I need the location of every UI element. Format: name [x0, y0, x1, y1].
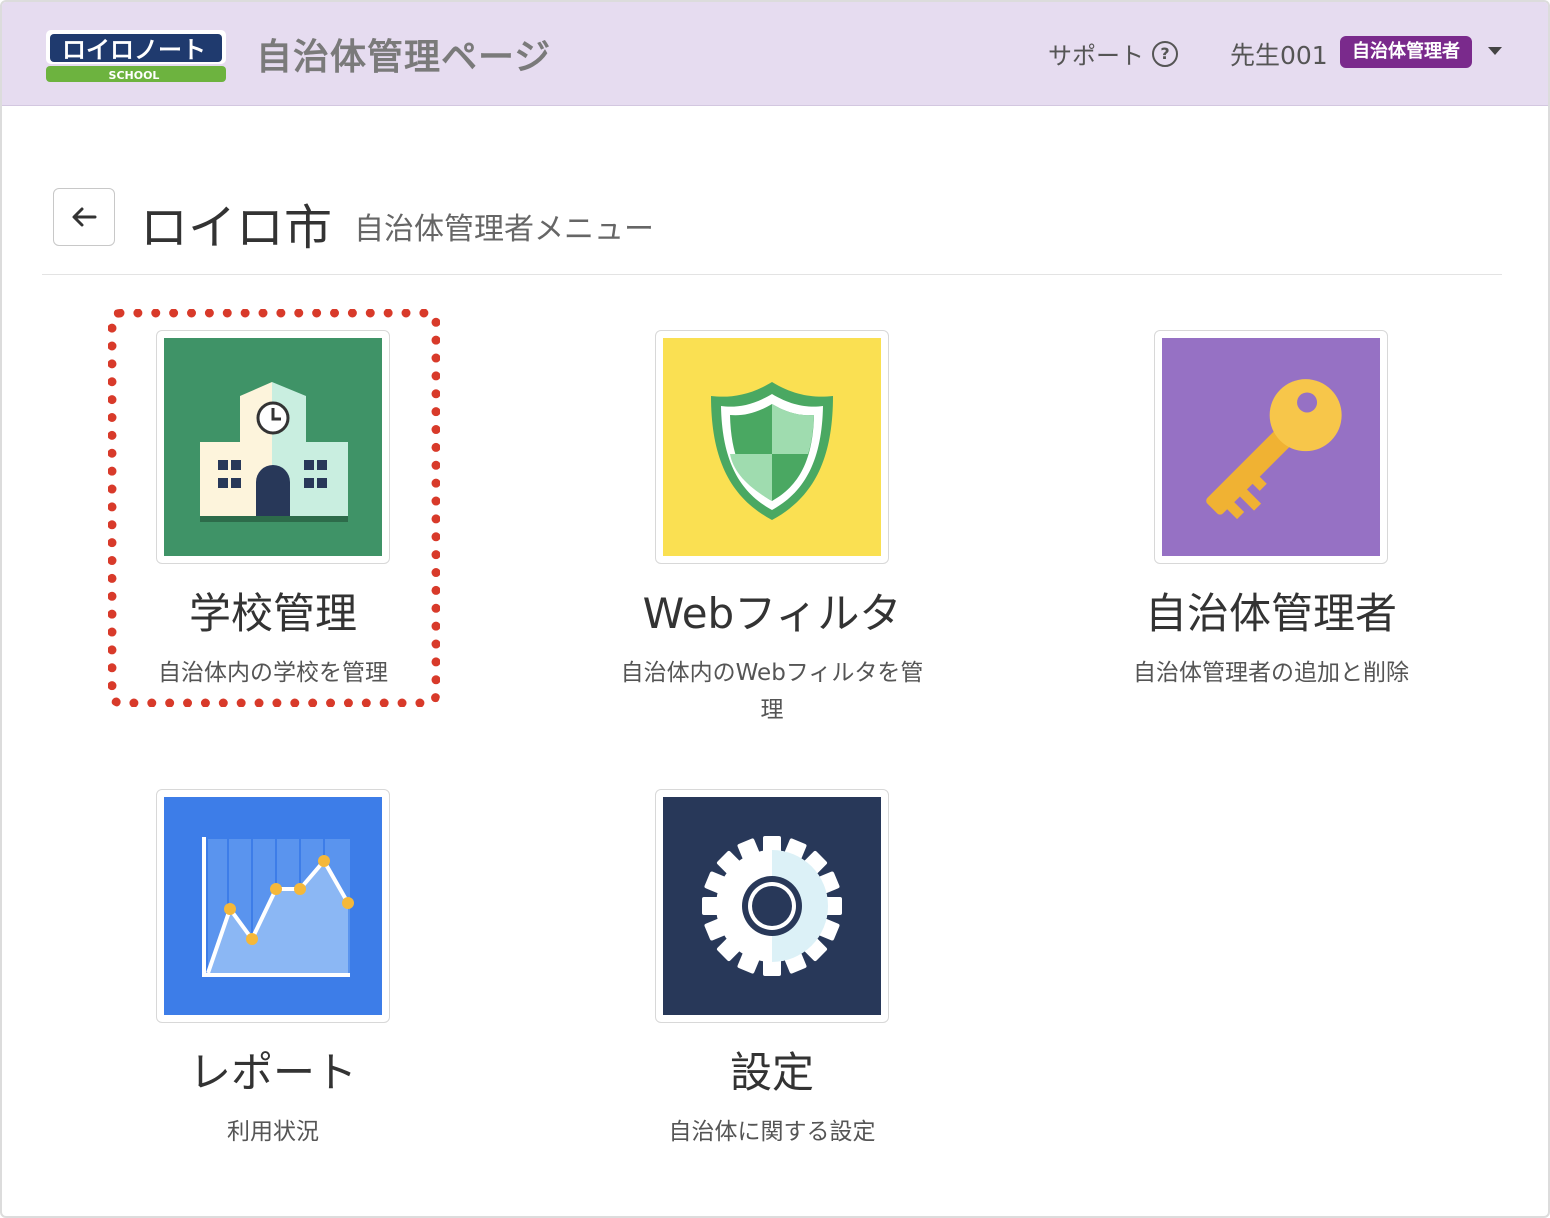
gear-icon [663, 797, 881, 1015]
site-title: 自治体管理ページ [256, 37, 552, 78]
back-button[interactable] [53, 188, 115, 246]
app-logo[interactable]: ロイロノート SCHOOL [44, 28, 228, 84]
tile-icon-frame [655, 330, 889, 564]
logo-subtext: SCHOOL [109, 69, 160, 82]
menu-tile-web-filter[interactable]: Webフィルタ 自治体内のWebフィルタを管理 [572, 330, 972, 729]
tile-icon-frame [655, 789, 889, 1023]
tile-title: Webフィルタ [642, 589, 902, 638]
tile-title: レポート [188, 1048, 357, 1097]
menu-tile-settings[interactable]: 設定 自治体に関する設定 [572, 789, 972, 1151]
tile-description: 自治体内の学校を管理 [158, 660, 388, 686]
tile-icon-frame [1154, 330, 1388, 564]
tile-title: 設定 [729, 1048, 814, 1097]
key-icon [1162, 338, 1380, 556]
top-header: ロイロノート SCHOOL 自治体管理ページ サポート ? 先生001 自治体管… [2, 2, 1548, 106]
tile-description: 自治体管理者の追加と削除 [1133, 660, 1409, 686]
role-badge: 自治体管理者 [1340, 36, 1472, 68]
tile-description: 自治体内のWebフィルタを管理 [620, 660, 924, 723]
help-circle-icon: ? [1152, 40, 1178, 67]
user-name[interactable]: 先生001 [1230, 36, 1328, 72]
chevron-down-icon[interactable] [1488, 47, 1502, 55]
tile-description: 利用状況 [227, 1119, 319, 1145]
menu-tile-report[interactable]: レポート 利用状況 [73, 789, 473, 1151]
line-chart-icon [164, 797, 382, 1015]
support-link[interactable]: サポート ? [1048, 36, 1178, 71]
menu-tile-school-management[interactable]: 学校管理 自治体内の学校を管理 [73, 330, 473, 692]
logo-text: ロイロノート [62, 36, 206, 64]
support-label: サポート [1048, 42, 1144, 70]
app-window: ロイロノート SCHOOL 自治体管理ページ サポート ? 先生001 自治体管… [0, 0, 1550, 1218]
logo-mark: ロイロノート SCHOOL [46, 30, 226, 82]
menu-tile-municipal-admins[interactable]: 自治体管理者 自治体管理者の追加と削除 [1071, 330, 1471, 692]
arrow-left-icon [72, 207, 97, 227]
page-subtitle: 自治体管理者メニュー [354, 212, 654, 247]
title-divider [42, 274, 1502, 275]
tile-icon-frame [156, 330, 390, 564]
tile-icon-frame [156, 789, 390, 1023]
tile-title: 自治体管理者 [1144, 589, 1397, 638]
school-building-icon [164, 338, 382, 556]
tile-description: 自治体に関する設定 [668, 1119, 876, 1145]
page-title: ロイロ市 [140, 200, 333, 256]
shield-icon [663, 338, 881, 556]
tile-title: 学校管理 [188, 589, 357, 638]
